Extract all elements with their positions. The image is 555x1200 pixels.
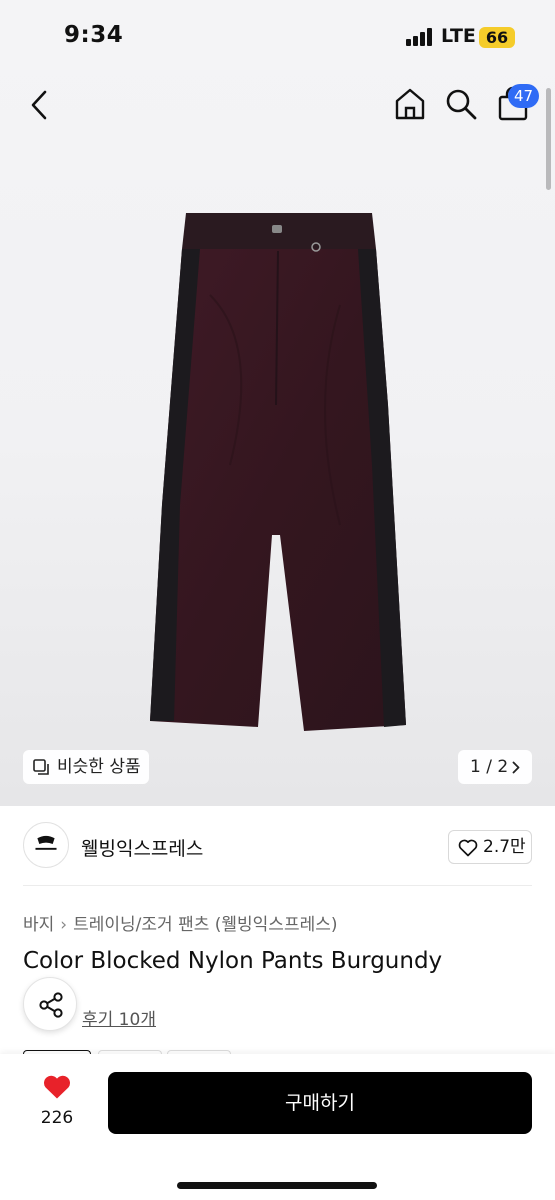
buy-button[interactable]: 구매하기 [108, 1072, 532, 1134]
image-page-indicator[interactable]: 1 / 2 [458, 750, 532, 784]
divider [23, 885, 532, 886]
chevron-right-icon [512, 761, 520, 774]
signal-icon [406, 28, 434, 46]
breadcrumb: 바지 › 트레이닝/조거 팬츠 (웰빙익스프레스) [23, 910, 338, 935]
like-button[interactable]: 226 [24, 1074, 90, 1134]
heart-outline-icon [458, 839, 478, 857]
network-label: LTE [441, 25, 476, 47]
breadcrumb-subcategory[interactable]: 트레이닝/조거 팬츠 (웰빙익스프레스) [73, 915, 337, 935]
seller-row[interactable]: 웰빙익스프레스 2.7만 [0, 806, 555, 888]
similar-products-button[interactable]: 비슷한 상품 [23, 750, 149, 784]
copy-icon [33, 759, 49, 775]
seller-name[interactable]: 웰빙익스프레스 [81, 834, 203, 861]
seller-logo[interactable] [23, 822, 69, 868]
heart-icon [44, 1075, 70, 1099]
clock: 9:34 [64, 22, 124, 48]
product-image[interactable] [140, 205, 420, 740]
top-nav [0, 78, 555, 134]
search-icon[interactable] [443, 86, 479, 122]
product-title: Color Blocked Nylon Pants Burgundy [23, 948, 443, 974]
cart-count-badge: 47 [508, 84, 539, 108]
share-icon [39, 992, 63, 1018]
status-bar: 9:34 LTE 66 [0, 0, 555, 74]
page-indicator-label: 1 / 2 [470, 757, 509, 777]
scrollbar[interactable] [546, 88, 551, 190]
like-count: 226 [40, 1108, 74, 1128]
seller-like-count: 2.7만 [483, 837, 526, 857]
review-link[interactable]: 후기 10개 [82, 1005, 156, 1030]
follow-seller-button[interactable]: 2.7만 [448, 830, 532, 864]
chevron-right-icon: › [60, 915, 68, 935]
bottom-action-bar: 226 구매하기 [0, 1054, 555, 1200]
breadcrumb-category[interactable]: 바지 [23, 915, 54, 935]
home-icon[interactable] [392, 86, 428, 122]
share-button[interactable] [23, 977, 77, 1031]
similar-label: 비슷한 상품 [57, 757, 141, 777]
home-indicator[interactable] [177, 1182, 377, 1189]
battery-icon: 66 [479, 27, 515, 48]
back-icon[interactable] [26, 88, 54, 122]
